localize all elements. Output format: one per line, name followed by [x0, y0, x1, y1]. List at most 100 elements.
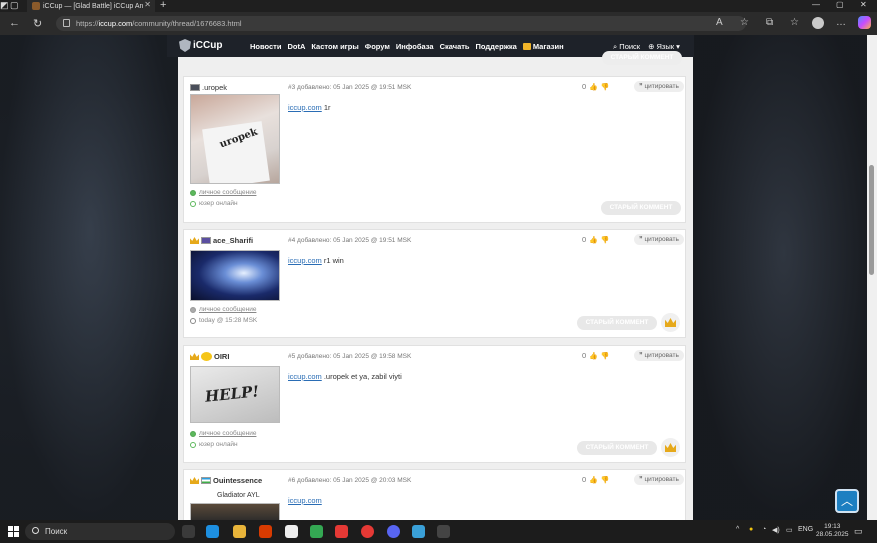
pm-link[interactable]: личное сообщение: [190, 306, 256, 313]
network-icon[interactable]: ◔: [762, 526, 766, 533]
thumbs-down-icon[interactable]: 👎: [601, 236, 610, 244]
online-status: юзер онлайн: [190, 200, 238, 207]
edge-icon[interactable]: [206, 525, 219, 538]
post-link[interactable]: iccup.com: [288, 496, 322, 505]
minimize-icon[interactable]: —: [812, 0, 820, 9]
app-icon[interactable]: [285, 525, 298, 538]
post-author[interactable]: ace_Sharifi: [190, 236, 253, 245]
maximize-icon[interactable]: ▢: [836, 0, 844, 9]
tray-chevron-icon[interactable]: ^: [736, 526, 739, 533]
chrome-icon[interactable]: [310, 525, 323, 538]
vote-count: 0: [582, 351, 587, 360]
yandex-icon[interactable]: [335, 525, 348, 538]
thumbs-down-icon[interactable]: 👎: [601, 83, 610, 91]
quote-label: цитировать: [644, 236, 679, 243]
thumbs-up-icon[interactable]: 👍: [589, 83, 598, 91]
app-icon[interactable]: [412, 525, 425, 538]
post-author[interactable]: OIRI: [190, 352, 229, 361]
quote-button[interactable]: ❞ цитировать: [634, 234, 684, 245]
post-link[interactable]: iccup.com: [288, 372, 322, 381]
language-label: Язык: [656, 42, 674, 51]
app-icon[interactable]: [437, 525, 450, 538]
quote-label: цитировать: [644, 352, 679, 359]
pm-link[interactable]: личное сообщение: [190, 189, 256, 196]
task-view-icon[interactable]: [182, 525, 195, 538]
quote-button[interactable]: ❞ цитировать: [634, 474, 684, 485]
split-screen-icon[interactable]: ⧉: [766, 17, 773, 28]
tab-actions-icon[interactable]: ▢: [10, 0, 19, 11]
post-body: iccup.com r1 win: [288, 256, 344, 265]
thumbs-down-icon[interactable]: 👎: [601, 476, 610, 484]
post-body: iccup.com 1r: [288, 103, 331, 112]
crown-award-button[interactable]: [661, 313, 680, 332]
close-window-icon[interactable]: ✕: [860, 0, 867, 9]
online-label: юзер онлайн: [199, 441, 238, 448]
system-clock[interactable]: 19:13 28.05.2025: [816, 523, 849, 539]
thumbs-up-icon[interactable]: 👍: [589, 476, 598, 484]
volume-icon[interactable]: ◀): [772, 526, 780, 534]
nav-infobase[interactable]: Инфобаза: [396, 42, 434, 51]
profile-avatar[interactable]: [812, 17, 824, 29]
chevron-up-icon: ︿: [840, 494, 853, 508]
tray-app-icon[interactable]: ●: [749, 526, 753, 533]
scrollbar-thumb[interactable]: [869, 165, 874, 275]
page-scrollbar[interactable]: [867, 35, 877, 520]
nav-news[interactable]: Новости: [250, 42, 281, 51]
file-explorer-icon[interactable]: [233, 525, 246, 538]
site-logo[interactable]: iCCup: [179, 39, 222, 52]
refresh-icon[interactable]: ↻: [33, 17, 42, 30]
thumbs-down-icon[interactable]: 👎: [601, 352, 610, 360]
url-field[interactable]: https://iccup.com/community/thread/16766…: [56, 16, 746, 31]
discord-icon[interactable]: [387, 525, 400, 538]
old-comment-button[interactable]: СТАРЫЙ КОММЕНТ: [577, 316, 657, 330]
post-body: iccup.com .uropek et ya, zabil viyti: [288, 372, 402, 381]
user-rank: Gladiator AYL: [217, 492, 260, 499]
quote-button[interactable]: ❞ цитировать: [634, 81, 684, 92]
language-indicator[interactable]: ENG: [798, 526, 813, 533]
crown-award-button[interactable]: [661, 438, 680, 457]
prev-old-comment-button[interactable]: СТАРЫЙ КОММЕНТ: [602, 51, 682, 65]
pm-link[interactable]: личное сообщение: [190, 430, 256, 437]
quote-button[interactable]: ❞ цитировать: [634, 350, 684, 361]
nav-shop[interactable]: Магазин: [522, 42, 564, 51]
old-comment-button[interactable]: СТАРЫЙ КОММЕНТ: [601, 201, 681, 215]
nav-custom-games[interactable]: Кастом игры: [311, 42, 358, 51]
browser-tab[interactable]: iCCup — [Glad Battle] iCCup An ✕: [27, 0, 155, 12]
thread-content: СТАРЫЙ КОММЕНТ .uropek #3 добавлено: 05 …: [178, 51, 693, 520]
post-link[interactable]: iccup.com: [288, 103, 322, 112]
nav-download[interactable]: Скачать: [440, 42, 470, 51]
back-icon[interactable]: ←: [9, 17, 20, 29]
nav-dota[interactable]: DotA: [287, 42, 305, 51]
battery-icon[interactable]: ▭: [786, 526, 793, 534]
notifications-icon[interactable]: ▭: [854, 526, 863, 537]
url-host: iccup.com: [98, 19, 133, 28]
thumbs-up-icon[interactable]: 👍: [589, 236, 598, 244]
post-author[interactable]: .uropek: [190, 83, 227, 92]
tab-close-icon[interactable]: ✕: [144, 0, 151, 9]
scroll-to-top-button[interactable]: ︿: [835, 489, 859, 513]
post-link[interactable]: iccup.com: [288, 256, 322, 265]
nav-forum[interactable]: Форум: [365, 42, 390, 51]
favorite-star-icon[interactable]: ☆: [740, 17, 749, 28]
old-comment-button[interactable]: СТАРЫЙ КОММЕНТ: [577, 441, 657, 455]
duck-icon: [201, 352, 212, 361]
app-icon[interactable]: [259, 525, 272, 538]
new-tab-button[interactable]: +: [160, 0, 166, 11]
taskbar-search[interactable]: Поиск: [25, 523, 175, 540]
yandex-browser-icon[interactable]: [361, 525, 374, 538]
forum-post: Ouintessence Gladiator AYL #6 добавлено:…: [183, 469, 686, 520]
more-menu-icon[interactable]: …: [836, 17, 846, 28]
collections-icon[interactable]: ☆: [790, 17, 799, 28]
thumbs-up-icon[interactable]: 👍: [589, 352, 598, 360]
read-aloud-icon[interactable]: A: [716, 17, 723, 28]
post-author[interactable]: Ouintessence: [190, 476, 262, 485]
windows-start-icon[interactable]: [8, 526, 19, 537]
online-icon: [190, 200, 196, 207]
copilot-icon[interactable]: [858, 16, 871, 29]
last-seen-label: today @ 15:28 MSK: [199, 317, 258, 324]
vote-count: 0: [582, 235, 587, 244]
post-meta: #3 добавлено: 05 Jan 2025 @ 19:51 MSK: [288, 84, 412, 91]
crown-icon: [665, 443, 676, 452]
online-icon: [190, 441, 196, 448]
nav-support[interactable]: Поддержка: [476, 42, 517, 51]
